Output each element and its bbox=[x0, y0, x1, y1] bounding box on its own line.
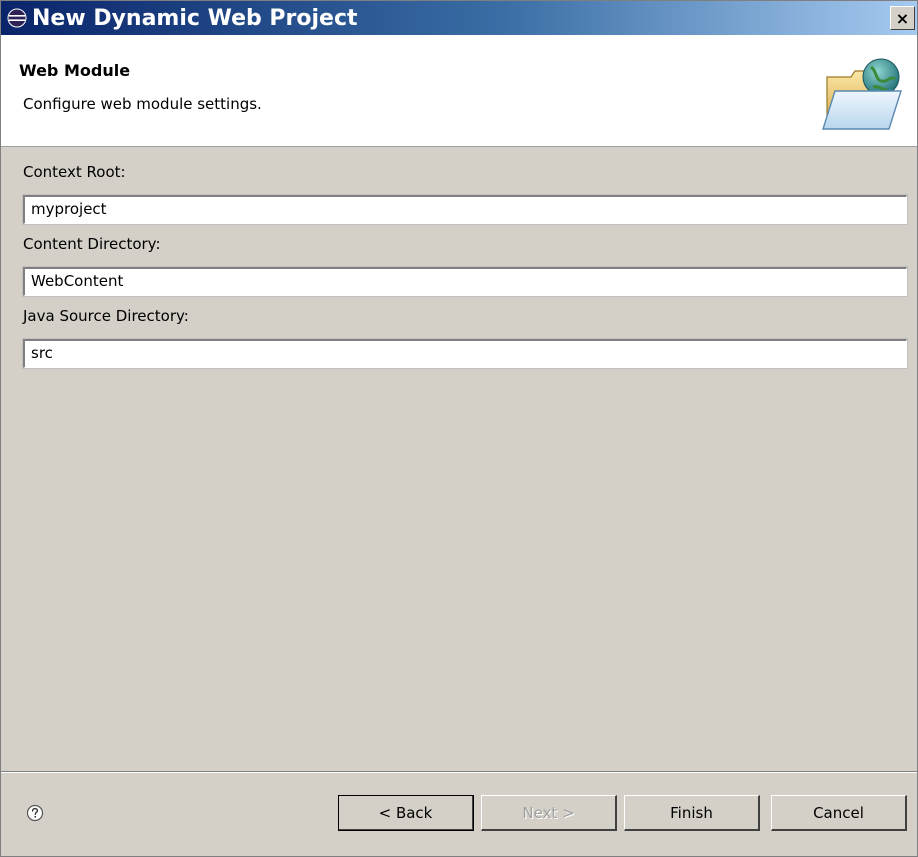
folder-globe-icon bbox=[822, 58, 902, 130]
cancel-button[interactable]: Cancel bbox=[771, 795, 907, 831]
close-button[interactable]: × bbox=[890, 6, 915, 30]
next-button[interactable]: Next > bbox=[481, 795, 617, 831]
context-root-input[interactable]: myproject bbox=[22, 194, 908, 225]
footer-separator bbox=[1, 771, 917, 773]
back-button[interactable]: < Back bbox=[338, 795, 474, 831]
title-bar[interactable]: New Dynamic Web Project × bbox=[1, 1, 917, 35]
finish-button[interactable]: Finish bbox=[624, 795, 760, 831]
java-source-directory-input[interactable]: src bbox=[22, 338, 908, 369]
page-title: Web Module bbox=[19, 61, 131, 80]
dialog-window: New Dynamic Web Project × Web Module Con… bbox=[0, 0, 918, 857]
java-source-directory-label: Java Source Directory: bbox=[23, 307, 189, 325]
context-root-label: Context Root: bbox=[23, 163, 126, 181]
eclipse-icon bbox=[6, 7, 28, 29]
content-directory-input[interactable]: WebContent bbox=[22, 266, 908, 297]
wizard-banner: Web Module Configure web module settings… bbox=[1, 35, 917, 147]
window-title: New Dynamic Web Project bbox=[32, 5, 358, 31]
close-icon: × bbox=[895, 8, 910, 28]
help-icon[interactable] bbox=[26, 804, 44, 822]
page-description: Configure web module settings. bbox=[23, 95, 262, 113]
content-directory-label: Content Directory: bbox=[23, 235, 161, 253]
